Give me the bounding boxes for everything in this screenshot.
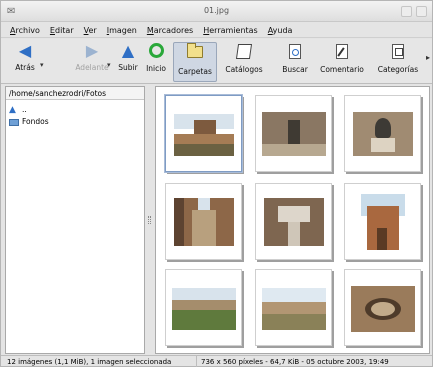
categories-label: Categorías bbox=[377, 65, 419, 74]
comment-icon bbox=[336, 44, 348, 59]
thumbnail-image bbox=[264, 198, 324, 246]
thumbnail-image bbox=[353, 112, 413, 156]
thumbnail-image bbox=[262, 288, 326, 330]
tree-item-label: .. bbox=[22, 105, 27, 114]
forward-dropdown-icon[interactable]: ▾ bbox=[107, 61, 111, 69]
catalogs-button[interactable]: Catálogos bbox=[221, 42, 267, 82]
menu-archivo[interactable]: Archivo bbox=[5, 26, 45, 35]
forward-arrow-icon: ▶ bbox=[85, 41, 99, 60]
thumbnail[interactable] bbox=[344, 183, 421, 260]
tree-item-parent[interactable]: ▲ .. bbox=[6, 104, 144, 116]
up-arrow-icon: ▲ bbox=[121, 41, 135, 60]
panel-splitter[interactable] bbox=[146, 86, 154, 354]
menu-editar[interactable]: Editar bbox=[45, 26, 79, 35]
thumbnail[interactable] bbox=[165, 183, 242, 260]
comment-label: Comentario bbox=[320, 65, 364, 74]
thumbnail[interactable] bbox=[255, 269, 332, 346]
back-button[interactable]: ◀ Atrás bbox=[9, 42, 41, 82]
folder-panel: /home/sanchezrodri/Fotos ▲ .. Fondos bbox=[5, 86, 145, 354]
categories-icon bbox=[392, 44, 404, 59]
toolbar-more-icon[interactable]: ▸ bbox=[426, 53, 430, 62]
tree-item-label: Fondos bbox=[22, 117, 49, 126]
forward-label: Adelante bbox=[75, 63, 109, 72]
thumbnail-image bbox=[174, 198, 234, 246]
thumbnail[interactable] bbox=[255, 95, 332, 172]
comment-button[interactable]: Comentario bbox=[315, 42, 369, 82]
menu-marcadores[interactable]: Marcadores bbox=[142, 26, 198, 35]
categories-button[interactable]: Categorías bbox=[373, 42, 423, 82]
location-path[interactable]: /home/sanchezrodri/Fotos bbox=[6, 87, 144, 100]
home-button[interactable]: Inicio bbox=[142, 42, 170, 82]
folders-label: Carpetas bbox=[178, 67, 212, 76]
close-button[interactable] bbox=[416, 6, 427, 17]
up-label: Subir bbox=[118, 63, 138, 72]
tree-item-fondos[interactable]: Fondos bbox=[6, 116, 144, 128]
app-window: ✉ 01.jpg Archivo Editar Ver Imagen Marca… bbox=[0, 0, 433, 367]
status-bar: 12 imágenes (1,1 MiB), 1 imagen seleccio… bbox=[1, 355, 432, 367]
menu-ver[interactable]: Ver bbox=[79, 26, 102, 35]
thumbnail[interactable] bbox=[344, 95, 421, 172]
back-label: Atrás bbox=[15, 63, 35, 72]
folders-button[interactable]: Carpetas bbox=[173, 42, 217, 82]
thumbnail-image bbox=[172, 288, 236, 330]
thumbnail-image bbox=[174, 114, 234, 156]
thumbnail[interactable] bbox=[255, 183, 332, 260]
folder-icon bbox=[187, 43, 203, 58]
search-label: Buscar bbox=[282, 65, 308, 74]
thumbnail-grid bbox=[155, 86, 430, 354]
minimize-button[interactable] bbox=[401, 6, 412, 17]
status-image-info: 736 x 560 píxeles - 64,7 KiB - 05 octubr… bbox=[201, 358, 389, 366]
menu-ayuda[interactable]: Ayuda bbox=[263, 26, 298, 35]
thumbnail[interactable] bbox=[165, 269, 242, 346]
home-label: Inicio bbox=[146, 64, 166, 73]
menu-herramientas[interactable]: Herramientas bbox=[198, 26, 263, 35]
status-selection-info: 12 imágenes (1,1 MiB), 1 imagen seleccio… bbox=[1, 356, 197, 367]
thumbnail-image bbox=[351, 286, 415, 332]
search-icon bbox=[289, 44, 301, 59]
up-button[interactable]: ▲ Subir bbox=[114, 42, 142, 82]
title-bar: ✉ 01.jpg bbox=[1, 1, 432, 22]
back-arrow-icon: ◀ bbox=[18, 41, 32, 60]
back-dropdown-icon[interactable]: ▾ bbox=[40, 61, 44, 69]
thumbnail[interactable] bbox=[164, 94, 243, 173]
forward-button[interactable]: ▶ Adelante bbox=[73, 42, 111, 82]
thumbnail-image bbox=[262, 112, 326, 156]
splitter-grip[interactable] bbox=[148, 216, 151, 224]
up-folder-icon: ▲ bbox=[9, 105, 16, 115]
toolbar: ◀ Atrás ▾ ▶ Adelante ▾ ▲ Subir Inicio Ca… bbox=[1, 39, 432, 84]
menu-bar: Archivo Editar Ver Imagen Marcadores Her… bbox=[1, 23, 432, 38]
menu-imagen[interactable]: Imagen bbox=[102, 26, 142, 35]
home-icon bbox=[148, 43, 164, 58]
folder-icon bbox=[9, 119, 19, 126]
window-title: 01.jpg bbox=[203, 6, 230, 15]
search-button[interactable]: Buscar bbox=[277, 42, 313, 82]
thumbnail-image bbox=[361, 194, 405, 250]
catalog-icon bbox=[235, 44, 253, 59]
thumbnail[interactable] bbox=[344, 269, 421, 346]
catalogs-label: Catálogos bbox=[225, 65, 263, 74]
